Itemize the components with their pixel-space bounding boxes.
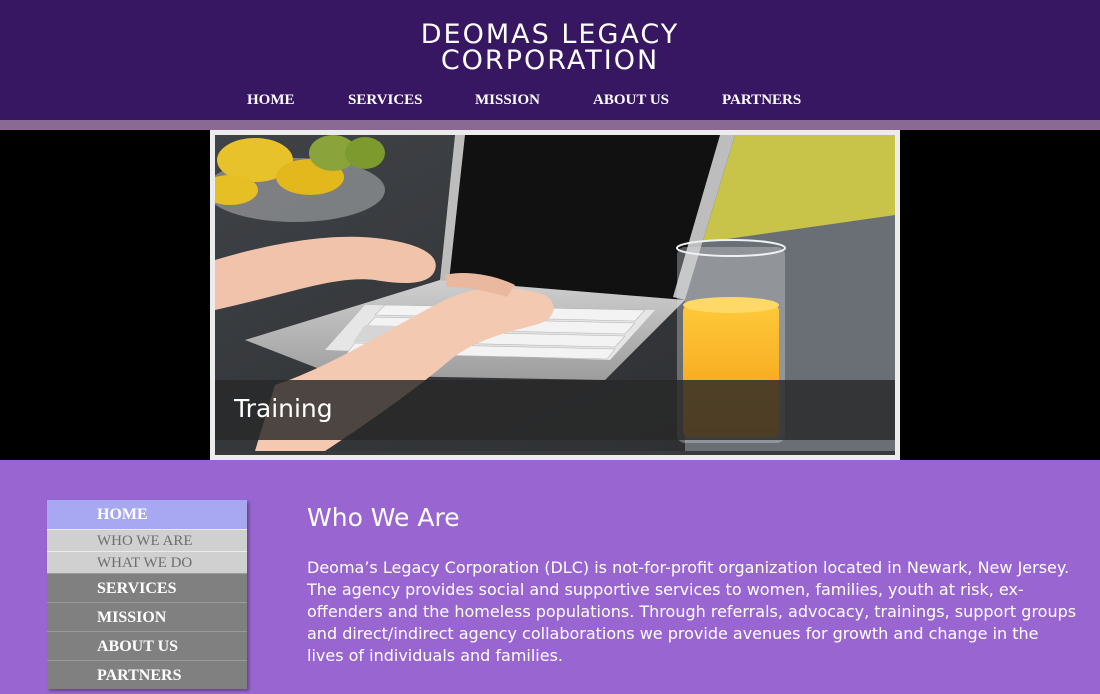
- nav-mission[interactable]: MISSION: [475, 92, 540, 109]
- sidebar-item-home[interactable]: HOME: [47, 500, 247, 529]
- slide-frame: Training: [210, 130, 900, 460]
- sidebar-item-about-us[interactable]: ABOUT US: [47, 631, 247, 660]
- slide-image-laptop-typing[interactable]: Training: [215, 135, 895, 451]
- slide-caption-bar: Training: [215, 380, 895, 440]
- top-navigation: HOME SERVICES MISSION ABOUT US PARTNERS: [0, 92, 1100, 112]
- banner-slider: Training: [0, 130, 1100, 460]
- slide-caption: Training: [234, 394, 333, 423]
- site-logo[interactable]: DEOMAS LEGACY CORPORATION: [0, 21, 1100, 76]
- intro-paragraph: Deoma’s Legacy Corporation (DLC) is not-…: [307, 558, 1077, 665]
- site-header: DEOMAS LEGACY CORPORATION HOME SERVICES …: [0, 0, 1100, 120]
- logo-line-2: CORPORATION: [440, 45, 660, 76]
- sidebar-item-services[interactable]: SERVICES: [47, 573, 247, 602]
- page-title: Who We Are: [307, 503, 460, 532]
- sidebar-item-partners[interactable]: PARTNERS: [47, 660, 247, 689]
- nav-about-us[interactable]: ABOUT US: [593, 92, 669, 109]
- nav-home[interactable]: HOME: [247, 92, 295, 109]
- sidebar-item-what-we-do[interactable]: WHAT WE DO: [47, 551, 247, 573]
- sidebar-item-mission[interactable]: MISSION: [47, 602, 247, 631]
- sidebar-menu: HOME WHO WE ARE WHAT WE DO SERVICES MISS…: [47, 500, 247, 689]
- next-paragraph-cutoff: [307, 688, 1077, 694]
- nav-partners[interactable]: PARTNERS: [722, 92, 801, 109]
- sidebar-item-who-we-are[interactable]: WHO WE ARE: [47, 529, 247, 551]
- header-divider-stripe: [0, 120, 1100, 130]
- slide-progress-bar: [215, 451, 895, 455]
- nav-services[interactable]: SERVICES: [348, 92, 423, 109]
